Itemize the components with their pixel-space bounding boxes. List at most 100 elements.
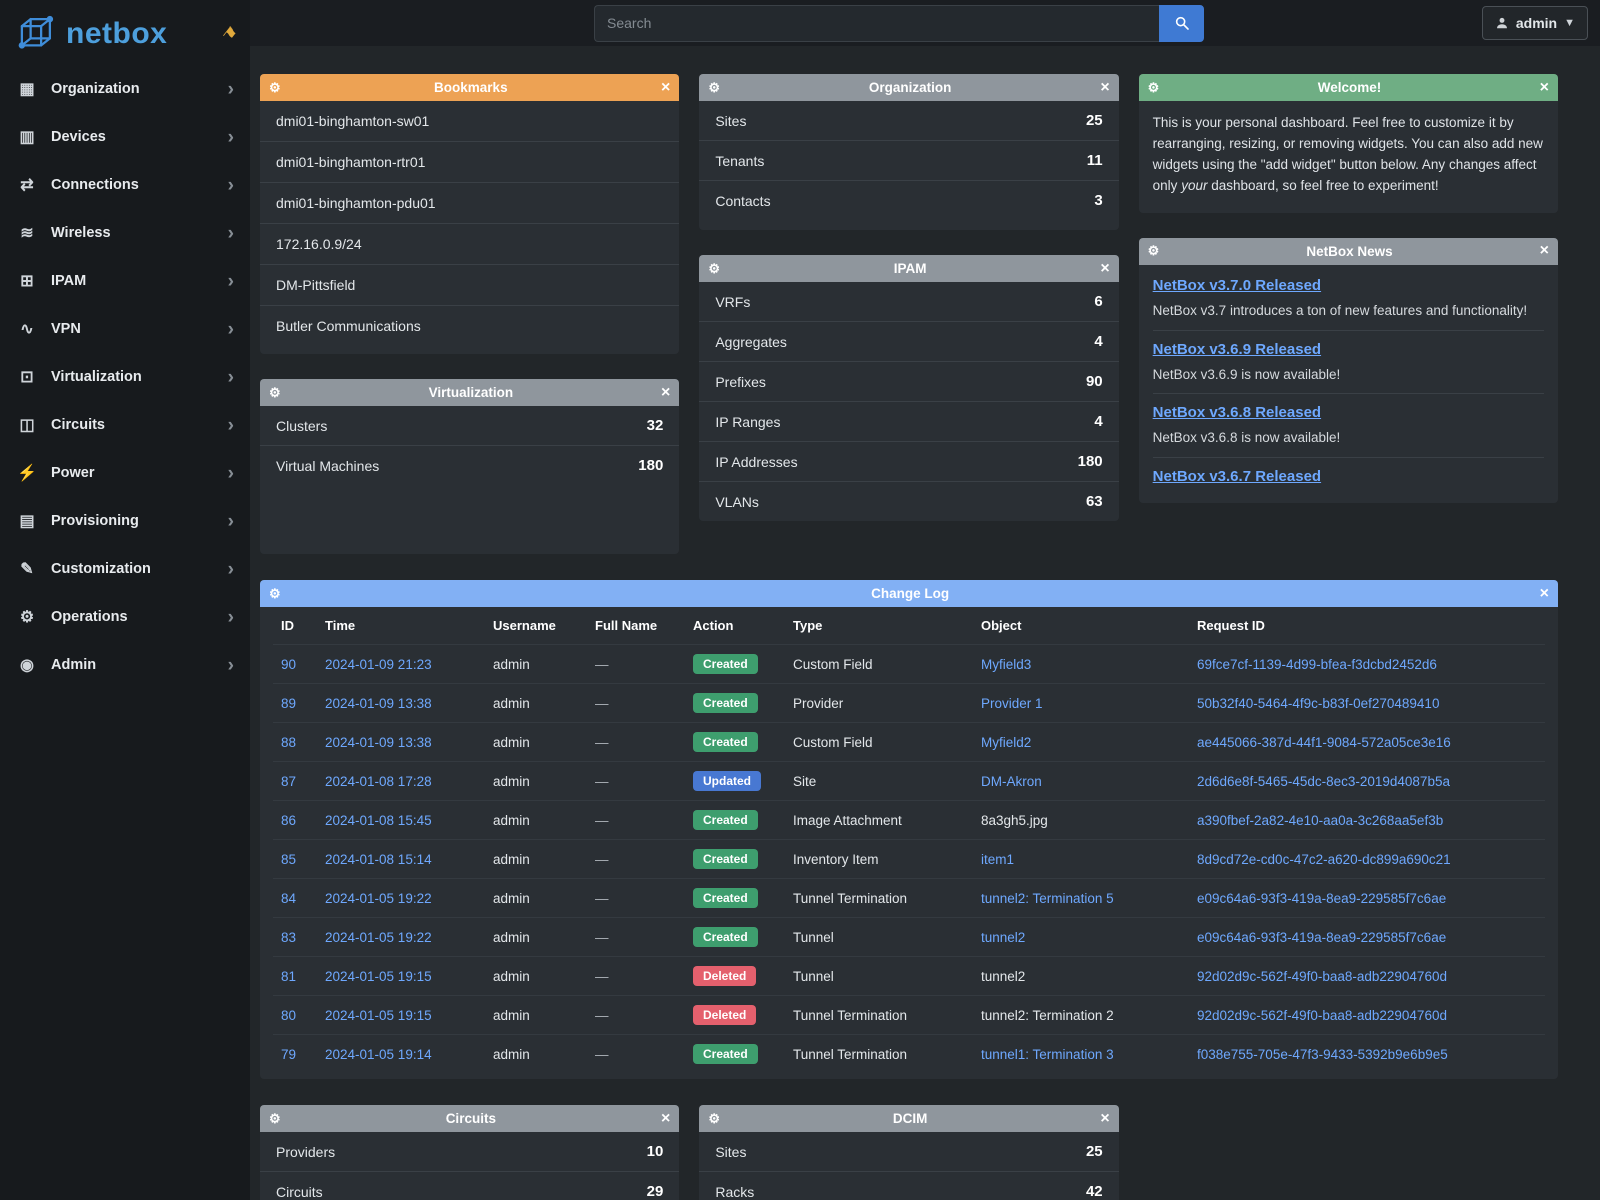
sidebar-item-organization[interactable]: ▦Organization› (0, 65, 250, 113)
request-id-link[interactable]: ae445066-387d-44f1-9084-572a05ce3e16 (1197, 735, 1451, 750)
change-id-link[interactable]: 88 (281, 735, 296, 750)
stat-row-racks[interactable]: Racks42 (699, 1171, 1118, 1200)
widget-config-icon[interactable]: ⚙ (1148, 243, 1160, 259)
change-id-link[interactable]: 79 (281, 1047, 296, 1062)
stat-row-vlans[interactable]: VLANs63 (699, 481, 1118, 521)
close-icon[interactable]: × (1540, 243, 1549, 259)
sidebar-item-power[interactable]: ⚡Power› (0, 449, 250, 497)
pin-icon[interactable]: ⚑ (217, 22, 241, 47)
change-id-link[interactable]: 89 (281, 696, 296, 711)
stat-row-virtual-machines[interactable]: Virtual Machines180 (260, 445, 679, 485)
stat-row-ip-ranges[interactable]: IP Ranges4 (699, 401, 1118, 441)
request-id-link[interactable]: 50b32f40-5464-4f9c-b83f-0ef270489410 (1197, 696, 1439, 711)
widget-config-icon[interactable]: ⚙ (269, 1111, 281, 1127)
change-time-link[interactable]: 2024-01-09 21:23 (325, 657, 432, 672)
sidebar-item-circuits[interactable]: ◫Circuits› (0, 401, 250, 449)
request-id-link[interactable]: 2d6d6e8f-5465-45dc-8ec3-2019d4087b5a (1197, 774, 1450, 789)
widget-config-icon[interactable]: ⚙ (269, 385, 281, 401)
request-id-link[interactable]: a390fbef-2a82-4e10-aa0a-3c268aa5ef3b (1197, 813, 1443, 828)
widget-config-icon[interactable]: ⚙ (708, 80, 720, 96)
widget-config-icon[interactable]: ⚙ (708, 261, 720, 277)
change-time-link[interactable]: 2024-01-05 19:22 (325, 891, 432, 906)
widget-config-icon[interactable]: ⚙ (269, 586, 281, 602)
change-object-link[interactable]: Provider 1 (981, 696, 1043, 711)
stat-row-circuits[interactable]: Circuits29 (260, 1171, 679, 1200)
bookmark-item[interactable]: dmi01-binghamton-rtr01 (260, 141, 679, 182)
stat-row-clusters[interactable]: Clusters32 (260, 406, 679, 445)
widget-config-icon[interactable]: ⚙ (269, 80, 281, 96)
change-time-link[interactable]: 2024-01-09 13:38 (325, 696, 432, 711)
change-object-link[interactable]: DM-Akron (981, 774, 1042, 789)
change-object-link[interactable]: item1 (981, 852, 1014, 867)
sidebar-item-connections[interactable]: ⇄Connections› (0, 161, 250, 209)
stat-row-aggregates[interactable]: Aggregates4 (699, 321, 1118, 361)
change-id-link[interactable]: 90 (281, 657, 296, 672)
close-icon[interactable]: × (1100, 1111, 1109, 1127)
change-object-link[interactable]: tunnel2 (981, 930, 1025, 945)
close-icon[interactable]: × (661, 1111, 670, 1127)
sidebar-item-customization[interactable]: ✎Customization› (0, 545, 250, 593)
request-id-link[interactable]: 92d02d9c-562f-49f0-baa8-adb22904760d (1197, 1008, 1447, 1023)
request-id-link[interactable]: 92d02d9c-562f-49f0-baa8-adb22904760d (1197, 969, 1447, 984)
change-id-link[interactable]: 81 (281, 969, 296, 984)
change-object-link[interactable]: Myfield2 (981, 735, 1031, 750)
stat-row-tenants[interactable]: Tenants11 (699, 140, 1118, 180)
bookmark-item[interactable]: dmi01-binghamton-pdu01 (260, 182, 679, 223)
news-headline-link[interactable]: NetBox v3.6.9 Released (1153, 341, 1321, 358)
stat-row-prefixes[interactable]: Prefixes90 (699, 361, 1118, 401)
request-id-link[interactable]: 69fce7cf-1139-4d99-bfea-f3dcbd2452d6 (1197, 657, 1437, 672)
change-time-link[interactable]: 2024-01-05 19:15 (325, 1008, 432, 1023)
close-icon[interactable]: × (661, 80, 670, 96)
stat-row-ip-addresses[interactable]: IP Addresses180 (699, 441, 1118, 481)
sidebar-item-ipam[interactable]: ⊞IPAM› (0, 257, 250, 305)
search-button[interactable] (1159, 5, 1204, 42)
close-icon[interactable]: × (1100, 80, 1109, 96)
widget-config-icon[interactable]: ⚙ (1148, 80, 1160, 96)
request-id-link[interactable]: e09c64a6-93f3-419a-8ea9-229585f7c6ae (1197, 891, 1446, 906)
close-icon[interactable]: × (1540, 586, 1549, 602)
request-id-link[interactable]: f038e755-705e-47f3-9433-5392b9e6b9e5 (1197, 1047, 1448, 1062)
sidebar-item-devices[interactable]: ▥Devices› (0, 113, 250, 161)
change-id-link[interactable]: 83 (281, 930, 296, 945)
search-input[interactable] (594, 5, 1159, 42)
sidebar-item-wireless[interactable]: ≋Wireless› (0, 209, 250, 257)
stat-row-providers[interactable]: Providers10 (260, 1132, 679, 1171)
change-time-link[interactable]: 2024-01-05 19:22 (325, 930, 432, 945)
change-time-link[interactable]: 2024-01-08 17:28 (325, 774, 432, 789)
sidebar-item-operations[interactable]: ⚙Operations› (0, 593, 250, 641)
close-icon[interactable]: × (661, 385, 670, 401)
brand[interactable]: netbox ⚑ (0, 0, 250, 65)
request-id-link[interactable]: e09c64a6-93f3-419a-8ea9-229585f7c6ae (1197, 930, 1446, 945)
change-id-link[interactable]: 84 (281, 891, 296, 906)
bookmark-item[interactable]: 172.16.0.9/24 (260, 223, 679, 264)
change-time-link[interactable]: 2024-01-08 15:14 (325, 852, 432, 867)
widget-config-icon[interactable]: ⚙ (708, 1111, 720, 1127)
stat-row-vrfs[interactable]: VRFs6 (699, 282, 1118, 321)
change-time-link[interactable]: 2024-01-08 15:45 (325, 813, 432, 828)
sidebar-item-virtualization[interactable]: ⊡Virtualization› (0, 353, 250, 401)
news-headline-link[interactable]: NetBox v3.7.0 Released (1153, 277, 1321, 294)
stat-row-sites[interactable]: Sites25 (699, 101, 1118, 140)
close-icon[interactable]: × (1100, 261, 1109, 277)
change-id-link[interactable]: 86 (281, 813, 296, 828)
change-object-link[interactable]: tunnel1: Termination 3 (981, 1047, 1114, 1062)
change-time-link[interactable]: 2024-01-05 19:14 (325, 1047, 432, 1062)
change-id-link[interactable]: 85 (281, 852, 296, 867)
sidebar-item-provisioning[interactable]: ▤Provisioning› (0, 497, 250, 545)
change-id-link[interactable]: 80 (281, 1008, 296, 1023)
user-menu-button[interactable]: admin ▼ (1482, 6, 1588, 40)
close-icon[interactable]: × (1540, 80, 1549, 96)
change-id-link[interactable]: 87 (281, 774, 296, 789)
request-id-link[interactable]: 8d9cd72e-cd0c-47c2-a620-dc899a690c21 (1197, 852, 1451, 867)
bookmark-item[interactable]: dmi01-binghamton-sw01 (260, 101, 679, 141)
sidebar-item-admin[interactable]: ◉Admin› (0, 641, 250, 689)
news-headline-link[interactable]: NetBox v3.6.7 Released (1153, 468, 1321, 485)
sidebar-item-vpn[interactable]: ∿VPN› (0, 305, 250, 353)
change-time-link[interactable]: 2024-01-09 13:38 (325, 735, 432, 750)
change-object-link[interactable]: tunnel2: Termination 5 (981, 891, 1114, 906)
change-object-link[interactable]: Myfield3 (981, 657, 1031, 672)
stat-row-sites[interactable]: Sites25 (699, 1132, 1118, 1171)
news-headline-link[interactable]: NetBox v3.6.8 Released (1153, 404, 1321, 421)
stat-row-contacts[interactable]: Contacts3 (699, 180, 1118, 220)
bookmark-item[interactable]: Butler Communications (260, 305, 679, 346)
